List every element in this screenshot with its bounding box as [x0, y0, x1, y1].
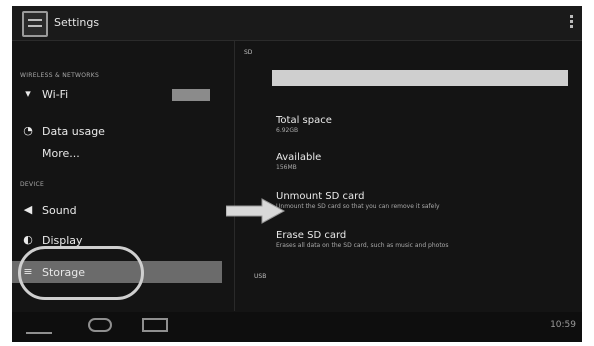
- status-time: 10:59: [550, 320, 576, 330]
- entry-title: Total space: [276, 115, 332, 126]
- page-title: Settings: [54, 16, 100, 29]
- sidebar-item-sound[interactable]: ◀ Sound: [12, 199, 222, 221]
- total-space-entry: Total space 6.92GB: [276, 115, 566, 134]
- entry-summary: Erases all data on the SD card, such as …: [276, 242, 449, 249]
- pane-divider: [234, 41, 235, 311]
- wifi-icon: ▾: [25, 87, 31, 100]
- usb-header: USB: [254, 273, 267, 280]
- action-bar: Settings: [12, 6, 582, 41]
- section-device: DEVICE: [20, 181, 45, 188]
- section-wireless-networks: WIRELESS & NETWORKS: [20, 72, 100, 79]
- sd-header: SD: [244, 49, 253, 56]
- sidebar-item-more[interactable]: More...: [12, 142, 222, 164]
- device-screen: Settings WIRELESS & NETWORKS ▾ Wi-Fi ◔ D…: [12, 6, 582, 342]
- storage-usage-bar: [272, 70, 568, 86]
- entry-summary: Unmount the SD card so that you can remo…: [276, 203, 440, 210]
- sidebar-item-label: Data usage: [42, 125, 105, 138]
- speaker-icon: ◀: [23, 203, 33, 216]
- home-icon[interactable]: [88, 318, 112, 332]
- sidebar-item-wifi[interactable]: ▾ Wi-Fi: [12, 83, 222, 105]
- data-usage-icon: ◔: [23, 124, 33, 137]
- storage-detail-pane: SD Total space 6.92GB Available 156MB Un…: [242, 41, 582, 311]
- system-navigation-bar: 10:59: [12, 312, 582, 342]
- available-entry: Available 156MB: [276, 152, 566, 171]
- storage-highlight-circle: [18, 246, 144, 300]
- wifi-toggle[interactable]: [172, 89, 210, 101]
- entry-title: Erase SD card: [276, 230, 347, 241]
- back-icon[interactable]: [26, 318, 52, 334]
- recent-apps-icon[interactable]: [142, 318, 168, 332]
- sidebar-item-label: Wi-Fi: [42, 88, 69, 101]
- settings-app-icon[interactable]: [22, 11, 48, 37]
- sidebar-item-label: Sound: [42, 204, 77, 217]
- display-icon: ◐: [23, 233, 33, 246]
- unmount-sd-card[interactable]: Unmount SD card Unmount the SD card so t…: [276, 191, 566, 210]
- sidebar-item-data-usage[interactable]: ◔ Data usage: [12, 120, 222, 142]
- entry-title: Unmount SD card: [276, 191, 365, 202]
- entry-title: Available: [276, 152, 322, 163]
- overflow-menu-icon[interactable]: [570, 15, 574, 29]
- entry-summary: 6.92GB: [276, 127, 299, 134]
- sidebar-item-label: More...: [42, 147, 80, 160]
- erase-sd-card[interactable]: Erase SD card Erases all data on the SD …: [276, 230, 566, 249]
- entry-summary: 156MB: [276, 164, 297, 171]
- pointer-arrow-icon: [226, 198, 286, 224]
